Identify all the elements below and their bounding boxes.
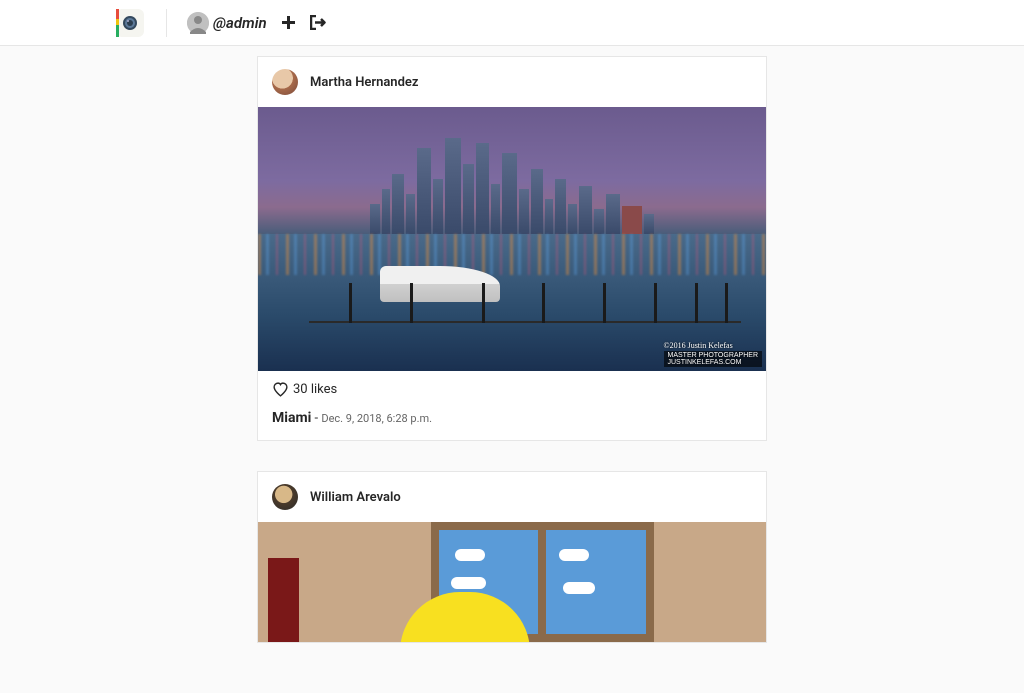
caption-row: Miami - Dec. 9, 2018, 6:28 p.m.: [272, 410, 752, 426]
navbar-divider: [166, 9, 167, 37]
logout-icon: [310, 15, 326, 30]
navbar-actions: [281, 15, 326, 30]
navbar-username: @admin: [213, 14, 267, 32]
add-post-button[interactable]: [281, 15, 296, 30]
feed: Martha Hernandez: [257, 56, 767, 693]
navbar-user-link[interactable]: @admin: [187, 12, 267, 34]
post-author-name[interactable]: Martha Hernandez: [310, 75, 418, 90]
like-button[interactable]: [272, 381, 289, 398]
post-author-avatar[interactable]: [272, 69, 298, 95]
likes-row: 30 likes: [272, 381, 752, 398]
post-card: Martha Hernandez: [257, 56, 767, 441]
post-header: William Arevalo: [258, 472, 766, 522]
navbar-avatar: [187, 12, 209, 34]
likes-count: 30 likes: [293, 382, 337, 397]
post-author-name[interactable]: William Arevalo: [310, 490, 401, 505]
logout-button[interactable]: [310, 15, 326, 30]
post-header: Martha Hernandez: [258, 57, 766, 107]
post-image[interactable]: ©2016 Justin Kelefas MASTER PHOTOGRAPHER…: [258, 107, 766, 371]
post-meta: 30 likes Miami - Dec. 9, 2018, 6:28 p.m.: [258, 371, 766, 440]
post-image[interactable]: [258, 522, 766, 642]
navbar: @admin: [0, 0, 1024, 46]
caption-date: Dec. 9, 2018, 6:28 p.m.: [321, 412, 432, 425]
caption-title: Miami: [272, 410, 311, 426]
plus-icon: [281, 15, 296, 30]
post-author-avatar[interactable]: [272, 484, 298, 510]
heart-icon: [272, 381, 289, 398]
post-card: William Arevalo: [257, 471, 767, 643]
app-logo[interactable]: [114, 7, 146, 39]
